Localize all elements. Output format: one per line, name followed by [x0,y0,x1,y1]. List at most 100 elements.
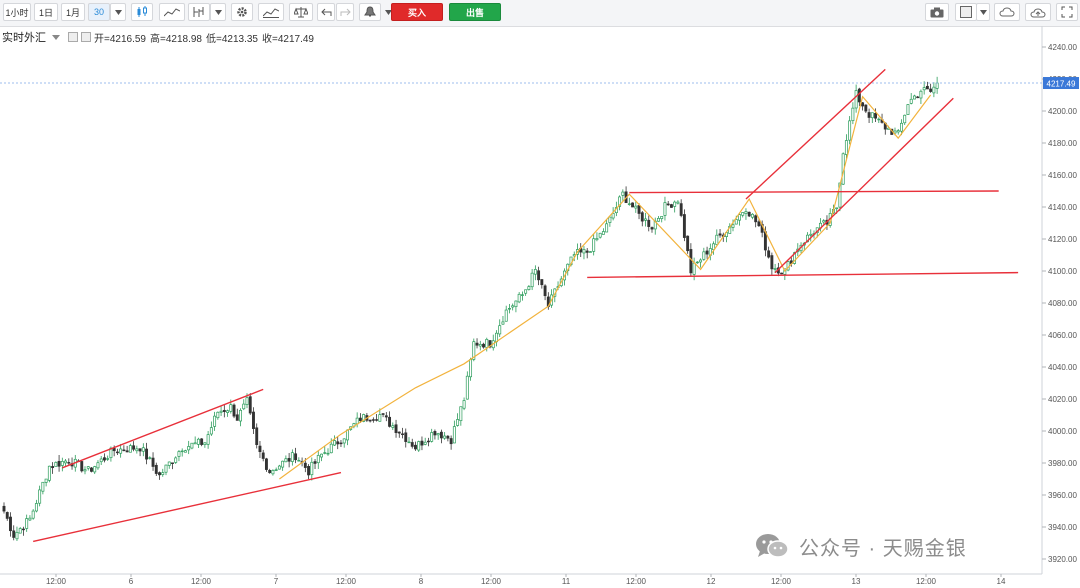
zigzag-line [279,94,932,480]
candle-body [501,321,505,325]
candle-body [64,460,68,464]
candle-body [34,503,38,512]
candle-body [637,205,641,214]
candle-body [274,469,278,471]
candle-body [935,82,939,89]
candle-body [919,90,923,99]
candle-body [446,435,450,439]
alert-icon [364,6,376,17]
alert-button[interactable] [359,3,381,21]
layout-icon [960,6,972,18]
y-tick-label: 4180.00 [1048,139,1077,148]
candle-body [93,466,97,473]
candle-body [848,120,852,141]
cloud-upload-button[interactable] [1025,3,1051,21]
undo-icon [320,8,331,16]
dropdown-icon [114,9,122,15]
x-tick-label: 12 [707,577,716,586]
screenshot-button[interactable] [925,3,949,21]
candle-body [297,459,301,462]
fullscreen-button[interactable] [1056,3,1078,21]
candle-body [854,90,858,109]
candle-body [333,440,336,446]
candle-body [867,112,871,118]
indicator-button[interactable] [258,3,284,21]
candle-body [909,98,913,104]
chart-type-dropdown[interactable] [210,3,226,21]
y-tick-label: 3960.00 [1048,491,1077,500]
y-tick-label: 4000.00 [1048,427,1077,436]
candle-body [345,429,349,441]
candle-body [216,411,220,419]
candle-body [135,448,139,452]
candle-body [336,441,340,445]
candle-body [268,470,272,474]
candle-body [462,400,466,409]
candle-body [864,104,868,112]
candle-body [132,445,136,450]
price-chart[interactable]: 3920.00 3940.00 3960.00 3980.00 4000.00 4020.… [0,26,1080,588]
settings-button[interactable] [231,3,253,21]
candle-body [741,212,745,216]
interval-1m-button[interactable]: 1月 [61,3,85,21]
candle-body [666,203,670,206]
candle-body [196,438,200,445]
area-chart-icon [164,8,180,17]
candle-body [235,414,239,421]
undo-button[interactable] [317,3,335,21]
candle-body [540,279,544,286]
y-tick-label: 3920.00 [1048,555,1077,564]
x-tick-label: 11 [562,577,571,586]
indicator-icon [263,8,279,18]
candle-body [148,457,152,459]
candle-body [41,481,45,492]
candle-body [478,343,482,347]
candle-body [281,460,285,468]
candle-body [514,300,518,308]
layout-button[interactable] [955,3,977,21]
interval-dropdown-button[interactable] [110,3,126,21]
candle-body [433,431,437,436]
area-chart-button[interactable] [159,3,185,21]
candle-body [209,427,213,435]
candle-body [459,406,463,422]
x-tick-label: 12:00 [46,577,67,586]
compare-button[interactable] [289,3,313,21]
candle-body [404,432,408,442]
candlestick-button[interactable] [131,3,153,21]
candle-body [115,451,119,454]
layout-dropdown[interactable] [976,3,990,21]
candle-body [692,262,696,275]
candle-body [161,472,165,475]
candle-body [605,223,609,233]
wechat-icon [756,534,789,558]
candle-body [414,444,417,450]
line-chart-button[interactable] [188,3,210,21]
y-tick-label: 3940.00 [1048,523,1077,532]
sell-button[interactable]: 出售 [449,3,501,21]
candle-body [388,416,392,427]
redo-button[interactable] [336,3,354,21]
cloud-save-button[interactable] [994,3,1020,21]
candle-body [582,249,586,254]
interval-1d-button[interactable]: 1日 [34,3,58,21]
candle-body [874,112,878,119]
x-tick-label: 12:00 [336,577,357,586]
candle-body [744,211,748,214]
candle-body [485,338,489,348]
candle-body [12,530,16,538]
interval-30-button[interactable]: 30 [88,3,110,21]
x-tick-label: 12:00 [626,577,647,586]
candlestick-icon [137,6,147,17]
buy-button[interactable]: 买入 [391,3,443,21]
candle-body [627,203,631,205]
candle-body [533,269,537,275]
interval-1h-button[interactable]: 1小时 [3,3,31,21]
candle-body [31,510,35,519]
candle-body [277,465,281,470]
candle-body [592,238,596,252]
candle-body [200,438,204,445]
y-tick-label: 3980.00 [1048,459,1077,468]
trendline [774,97,954,274]
candle-body [303,462,307,468]
